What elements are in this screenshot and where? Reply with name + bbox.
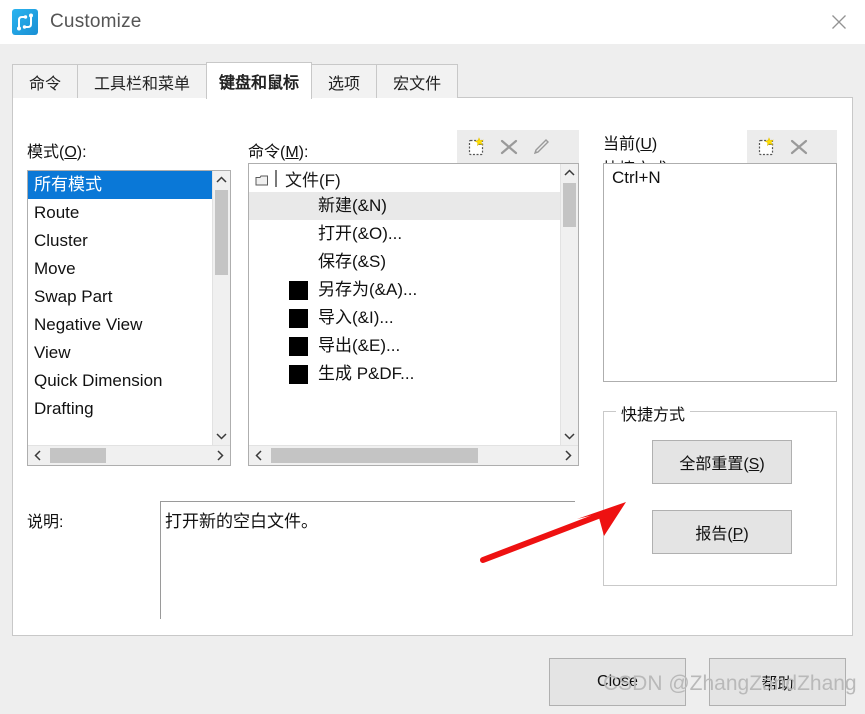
tab-label: 工具栏和菜单 [94, 75, 191, 93]
list-item[interactable]: Ctrl+N [604, 164, 836, 192]
current-shortcut-listbox[interactable]: Ctrl+N [603, 163, 837, 382]
modes-horizontal-scrollbar[interactable] [28, 445, 230, 465]
list-item-label: 打开(&O)... [318, 224, 403, 243]
edit-pencil-icon [525, 132, 557, 162]
item-marker [289, 197, 308, 216]
list-item[interactable]: 导入(&I)... [249, 304, 560, 332]
route-network-icon [12, 9, 38, 35]
chevron-up-icon[interactable] [213, 171, 230, 189]
description-text: 打开新的空白文件。 [165, 512, 318, 531]
reset-all-button[interactable]: 全部重置(S) [652, 440, 792, 484]
description-label: 说明: [27, 514, 64, 531]
list-item[interactable]: 所有模式 [28, 171, 212, 199]
modes-label: 模式(O): [27, 144, 87, 161]
report-button[interactable]: 报告(P) [652, 510, 792, 554]
tab-label: 选项 [328, 75, 361, 93]
item-marker [289, 364, 308, 384]
shortcut-groupbox: 快捷方式 全部重置(S) 报告(P) [603, 401, 837, 586]
list-item-label: 生成 P&DF... [318, 364, 415, 383]
report-accesskey: P [732, 526, 744, 543]
list-item[interactable]: Route [28, 199, 212, 227]
delete-x-icon [783, 132, 815, 162]
current-shortcut-accesskey: U [640, 136, 652, 153]
close-icon[interactable] [813, 0, 865, 44]
list-item[interactable]: 另存为(&A)... [249, 276, 560, 304]
tree-divider [275, 169, 277, 187]
tree-root-label: 文件(F) [285, 170, 341, 190]
list-item[interactable]: Swap Part [28, 283, 212, 311]
title-bar: Customize [0, 0, 865, 44]
chevron-right-icon[interactable] [210, 446, 230, 465]
tab-panel-keyboard-mouse: 模式(O): 所有模式 Route Cluster Move Swap Part… [12, 97, 853, 636]
item-marker [289, 280, 308, 300]
current-shortcut-label-line1: 当前(U) [603, 136, 658, 153]
commands-vertical-scrollbar[interactable] [560, 164, 578, 445]
window-title: Customize [50, 11, 142, 32]
new-item-icon[interactable] [461, 132, 493, 162]
groupbox-title: 快捷方式 [616, 401, 691, 425]
tab-label: 键盘和鼠标 [219, 75, 300, 92]
list-item[interactable]: Cluster [28, 227, 212, 255]
chevron-left-icon[interactable] [249, 446, 269, 465]
current-shortcut-list-area: Ctrl+N [604, 164, 836, 381]
chevron-down-icon[interactable] [213, 427, 230, 445]
scrollbar-thumb[interactable] [215, 190, 228, 275]
modes-listbox[interactable]: 所有模式 Route Cluster Move Swap Part Negati… [27, 170, 231, 466]
tab-label: 宏文件 [393, 75, 442, 93]
item-marker [289, 336, 308, 356]
modes-vertical-scrollbar[interactable] [212, 171, 230, 445]
list-item[interactable]: 生成 P&DF... [249, 360, 560, 388]
document-icon [255, 172, 269, 186]
chevron-left-icon[interactable] [28, 446, 48, 465]
new-item-icon[interactable] [751, 132, 783, 162]
chevron-right-icon[interactable] [558, 446, 578, 465]
list-item[interactable]: Negative View [28, 311, 212, 339]
tab-commands[interactable]: 命令 [12, 64, 79, 98]
list-item[interactable]: Move [28, 255, 212, 283]
list-item-label: 导出(&E)... [318, 336, 401, 355]
tab-keyboard-mouse[interactable]: 键盘和鼠标 [206, 62, 313, 99]
list-item-label: 保存(&S) [318, 252, 386, 271]
commands-accesskey: M [285, 144, 299, 161]
reset-all-accesskey: S [748, 456, 760, 473]
list-item[interactable]: 导出(&E)... [249, 332, 560, 360]
modes-list-area: 所有模式 Route Cluster Move Swap Part Negati… [28, 171, 212, 445]
list-item-label: 导入(&I)... [318, 308, 394, 327]
commands-list-area: 文件(F) 新建(&N) 打开(&O)... 保存(&S) 另存为(&A)...… [249, 164, 560, 445]
tab-strip: 命令 工具栏和菜单 键盘和鼠标 选项 宏文件 [12, 62, 459, 99]
list-item[interactable]: 新建(&N) [249, 192, 560, 220]
tab-macro-files[interactable]: 宏文件 [376, 64, 459, 98]
item-marker [289, 253, 308, 272]
item-marker [289, 225, 308, 244]
description-box[interactable]: 打开新的空白文件。 [160, 501, 575, 619]
list-item[interactable]: 打开(&O)... [249, 220, 560, 248]
current-shortcut-toolbar [747, 130, 837, 163]
item-marker [289, 308, 308, 328]
commands-listbox[interactable]: 文件(F) 新建(&N) 打开(&O)... 保存(&S) 另存为(&A)...… [248, 163, 579, 466]
commands-toolbar [457, 130, 579, 163]
tree-root-file[interactable]: 文件(F) [249, 164, 560, 192]
list-item-label: 新建(&N) [318, 196, 387, 215]
modes-accesskey: O [64, 144, 77, 161]
tab-label: 命令 [29, 75, 62, 93]
chevron-up-icon[interactable] [561, 164, 578, 182]
chevron-down-icon[interactable] [561, 427, 578, 445]
watermark-text: CSDN @ZhangZandZhang [603, 672, 857, 695]
commands-horizontal-scrollbar[interactable] [249, 445, 578, 465]
list-item-label: 另存为(&A)... [318, 280, 418, 299]
scrollbar-thumb[interactable] [271, 448, 478, 463]
list-item[interactable]: Quick Dimension [28, 367, 212, 395]
delete-x-icon [493, 132, 525, 162]
tab-options[interactable]: 选项 [311, 64, 378, 98]
scrollbar-thumb[interactable] [563, 183, 576, 227]
commands-label: 命令(M): [248, 144, 309, 161]
list-item[interactable]: Drafting [28, 395, 212, 423]
scrollbar-thumb[interactable] [50, 448, 106, 463]
list-item[interactable]: 保存(&S) [249, 248, 560, 276]
tab-toolbars-menus[interactable]: 工具栏和菜单 [77, 64, 208, 98]
list-item[interactable]: View [28, 339, 212, 367]
